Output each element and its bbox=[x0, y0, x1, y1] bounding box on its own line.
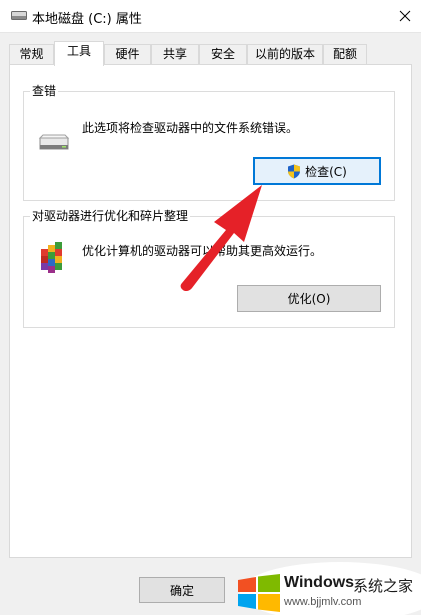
watermark-brand: Windows bbox=[284, 574, 355, 591]
tab-strip: 常规 工具 硬件 共享 安全 以前的版本 配额 bbox=[9, 41, 413, 66]
title-bar: 本地磁盘 (C:) 属性 bbox=[0, 0, 421, 33]
defrag-icon bbox=[41, 242, 62, 273]
optimize-description: 优化计算机的驱动器可以帮助其更高效运行。 bbox=[82, 244, 323, 258]
uac-shield-icon bbox=[288, 164, 301, 178]
check-description: 此选项将检查驱动器中的文件系统错误。 bbox=[82, 121, 299, 135]
tab-quota[interactable]: 配额 bbox=[323, 44, 367, 64]
ok-button-label: 确定 bbox=[169, 583, 194, 598]
group-title: 查错 bbox=[30, 84, 59, 98]
tab-general[interactable]: 常规 bbox=[9, 44, 54, 64]
error-check-group: 查错 此选项将检查驱动器中的文件系统错误。 检查(C) bbox=[23, 84, 395, 201]
group-title: 对驱动器进行优化和碎片整理 bbox=[30, 209, 191, 223]
drive-icon bbox=[38, 134, 70, 150]
ok-button[interactable]: 确定 bbox=[139, 577, 225, 603]
close-icon bbox=[399, 10, 411, 22]
tools-panel: 查错 此选项将检查驱动器中的文件系统错误。 检查(C) 对驱动器进行优化和碎片整… bbox=[9, 64, 412, 558]
tab-sharing[interactable]: 共享 bbox=[151, 44, 199, 64]
close-button[interactable] bbox=[389, 0, 421, 32]
optimize-button[interactable]: 优化(O) bbox=[237, 285, 381, 312]
tab-security[interactable]: 安全 bbox=[199, 44, 247, 64]
tab-previous-versions[interactable]: 以前的版本 bbox=[247, 44, 323, 64]
tab-tools[interactable]: 工具 bbox=[54, 41, 104, 66]
watermark-suffix: 系统之家 bbox=[353, 577, 414, 595]
check-button[interactable]: 检查(C) bbox=[253, 157, 381, 185]
optimize-button-label: 优化(O) bbox=[287, 292, 331, 306]
window-title: 本地磁盘 (C:) 属性 bbox=[32, 12, 142, 27]
check-button-label: 检查(C) bbox=[305, 164, 347, 179]
drive-icon bbox=[11, 11, 27, 20]
optimize-group: 对驱动器进行优化和碎片整理 优化计算机的驱动器可以帮助其更高效运行。 优化(O) bbox=[23, 209, 395, 328]
watermark-url: www.bjjmlv.com bbox=[284, 596, 362, 608]
tab-hardware[interactable]: 硬件 bbox=[104, 44, 151, 64]
